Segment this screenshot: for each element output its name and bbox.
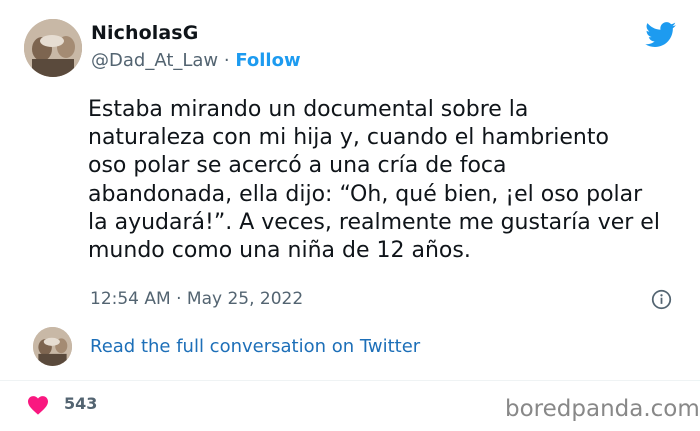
info-icon[interactable] — [651, 289, 672, 310]
tweet-text: Estaba mirando un documental sobre la na… — [88, 97, 660, 264]
author-handle-row: @Dad_At_Law · Follow — [91, 50, 301, 71]
tweet-timestamp[interactable]: 12:54 AM · May 25, 2022 — [90, 289, 303, 309]
like-count: 543 — [64, 394, 98, 413]
read-conversation-link[interactable]: Read the full conversation on Twitter — [90, 336, 420, 357]
follow-button[interactable]: Follow — [235, 50, 300, 71]
author-avatar[interactable] — [24, 19, 82, 77]
watermark: boredpanda.com — [505, 396, 700, 422]
twitter-bird-icon[interactable] — [645, 22, 677, 48]
handle-separator: · — [218, 50, 236, 71]
heart-icon[interactable] — [27, 395, 49, 415]
divider — [0, 380, 700, 381]
conversation-avatar[interactable] — [33, 327, 72, 366]
author-name[interactable]: NicholasG — [91, 22, 198, 44]
author-handle[interactable]: @Dad_At_Law — [91, 50, 218, 71]
